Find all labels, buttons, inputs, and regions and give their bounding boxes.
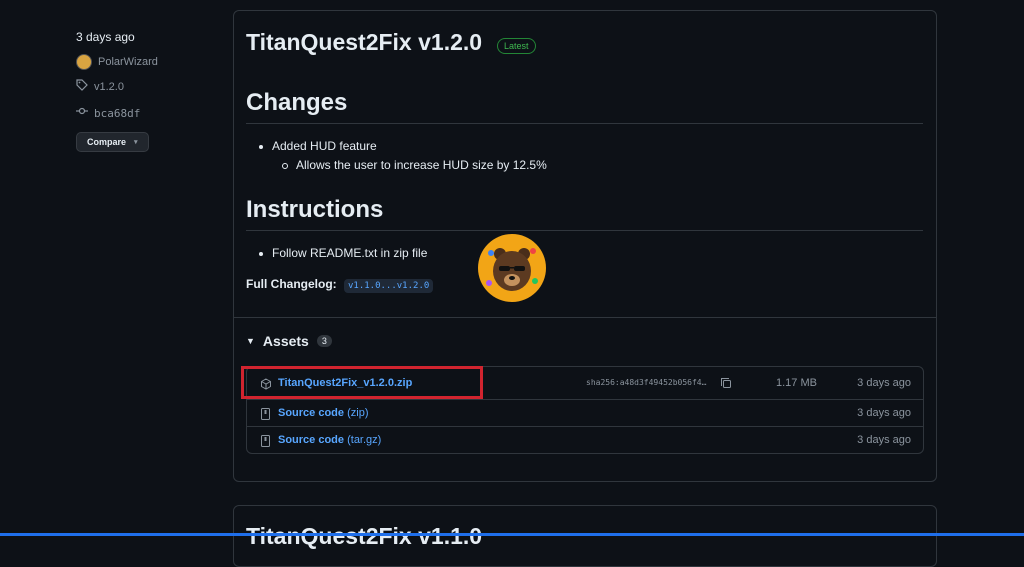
changelog-label: Full Changelog: (246, 277, 337, 291)
triangle-down-icon: ▼ (246, 336, 255, 346)
release-date: 3 days ago (76, 30, 135, 44)
commit-link[interactable]: bca68df (94, 107, 140, 120)
copy-icon[interactable] (720, 376, 732, 394)
highlight-box (241, 366, 483, 399)
bullet (282, 162, 288, 169)
source-targz-link[interactable]: Source code (tar.gz) (278, 434, 381, 446)
compare-label: Compare (87, 137, 127, 147)
list-item: Added HUD feature (259, 139, 377, 153)
asset-date: 3 days ago (857, 377, 911, 389)
release-title[interactable]: TitanQuest2Fix v1.2.0 (246, 29, 482, 56)
divider (246, 230, 923, 231)
full-changelog: Full Changelog: v1.1.0...v1.2.0 (246, 277, 434, 293)
bear-logo (477, 233, 547, 308)
latest-badge: Latest (497, 38, 536, 54)
assets-count: 3 (316, 335, 332, 347)
file-zip-icon (260, 434, 271, 452)
tag-icon (76, 78, 88, 96)
asset-date: 3 days ago (857, 407, 911, 419)
changelog-link[interactable]: v1.1.0...v1.2.0 (344, 279, 434, 293)
next-release-card: TitanQuest2Fix v1.1.0 (233, 505, 937, 567)
sub-list-item: Allows the user to increase HUD size by … (282, 158, 547, 172)
instructions-heading: Instructions (246, 196, 384, 223)
bullet (259, 144, 263, 149)
asset-sha: sha256:a48d3f49452b056f4… (586, 378, 707, 387)
compare-button[interactable]: Compare ▾ (76, 132, 149, 152)
commit-icon (76, 104, 88, 122)
source-zip-link[interactable]: Source code (zip) (278, 407, 368, 419)
author-avatar[interactable] (76, 54, 92, 70)
assets-toggle[interactable]: ▼ Assets 3 (246, 333, 332, 349)
release-card: TitanQuest2Fix v1.2.0 Latest Changes Add… (233, 10, 937, 482)
tag-link[interactable]: v1.2.0 (94, 81, 124, 93)
asset-row: Source code (zip) 3 days ago (247, 400, 923, 427)
release-sidebar: 3 days ago PolarWizard v1.2.0 bca68df Co… (76, 30, 206, 152)
divider (246, 123, 923, 124)
divider (234, 317, 936, 318)
chevron-down-icon: ▾ (134, 139, 138, 146)
changes-heading: Changes (246, 89, 348, 116)
assets-heading: Assets (262, 333, 309, 349)
asset-size: 1.17 MB (776, 377, 817, 389)
asset-row: Source code (tar.gz) 3 days ago (247, 427, 923, 453)
asset-date: 3 days ago (857, 434, 911, 446)
list-item: Follow README.txt in zip file (259, 246, 427, 260)
author-link[interactable]: PolarWizard (98, 56, 158, 68)
bullet (259, 251, 263, 256)
next-release-title[interactable]: TitanQuest2Fix v1.1.0 (246, 523, 482, 550)
file-zip-icon (260, 407, 271, 425)
